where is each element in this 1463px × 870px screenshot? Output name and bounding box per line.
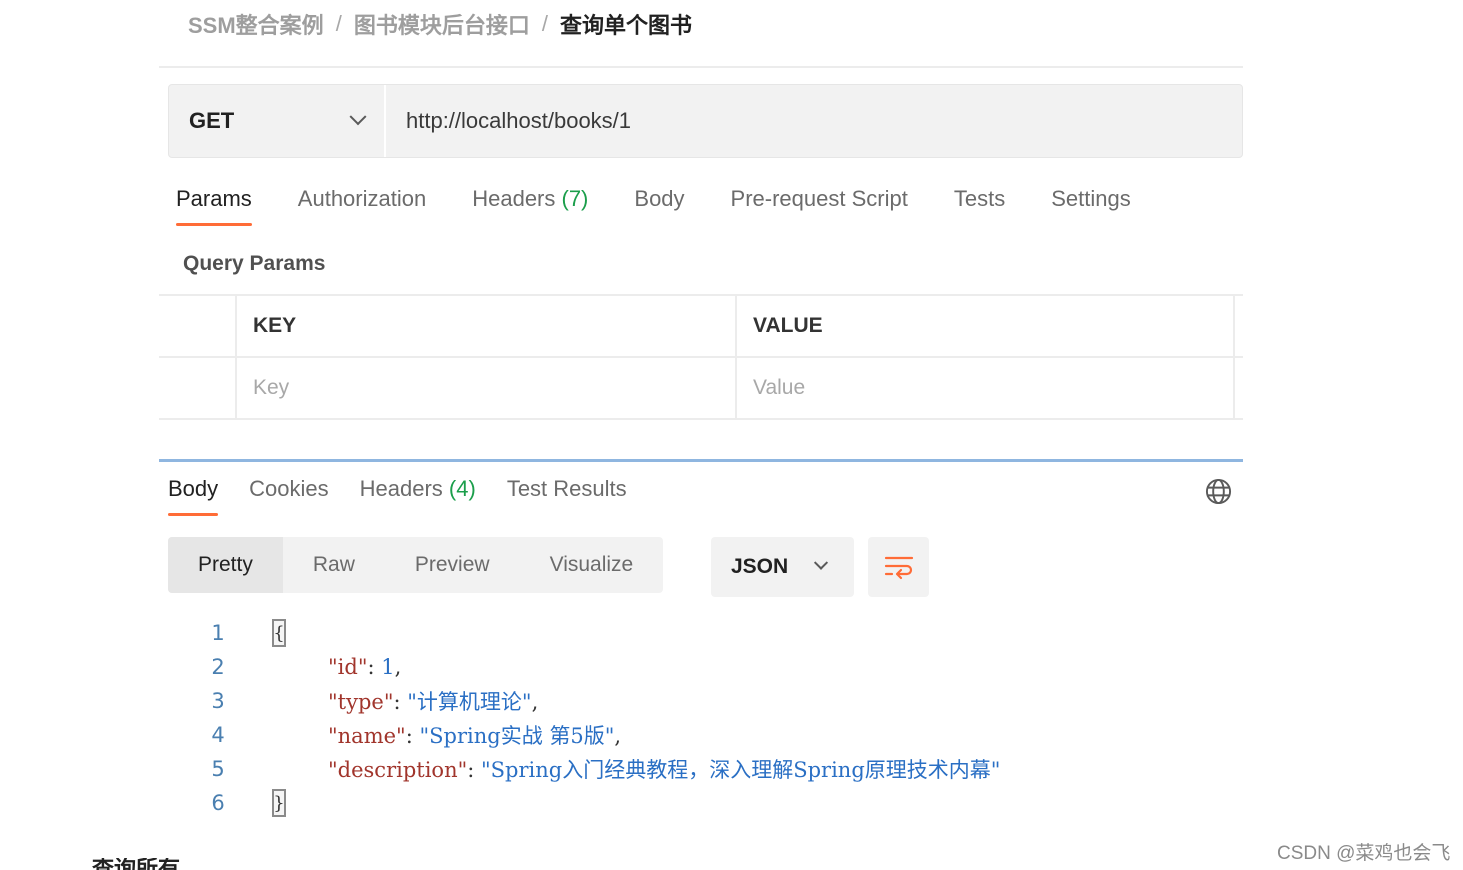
tab-body[interactable]: Body: [634, 186, 684, 226]
wrap-lines-button[interactable]: [868, 537, 929, 597]
fold-open-brace[interactable]: {: [272, 619, 286, 647]
next-section-heading: 查询所有: [92, 858, 180, 870]
line-number: 3: [211, 689, 225, 713]
line-number: 1: [211, 621, 225, 645]
chevron-down-icon: [813, 555, 829, 570]
wrap-lines-icon: [884, 556, 913, 580]
json-value: "Spring入门经典教程，深入理解Spring原理技术内幕": [481, 758, 1001, 782]
table-header-row: KEY VALUE: [159, 296, 1243, 358]
view-visualize-button[interactable]: Visualize: [520, 537, 664, 593]
tab-settings[interactable]: Settings: [1051, 186, 1131, 226]
fold-close-brace[interactable]: }: [272, 789, 286, 817]
response-code-viewer: 1 { 2 "id": 1, 3 "type": "计算机理论", 4 "nam…: [200, 616, 1000, 820]
query-params-table: KEY VALUE Key Value: [159, 294, 1243, 420]
view-mode-group: Pretty Raw Preview Visualize: [168, 537, 664, 593]
value-input[interactable]: Value: [737, 358, 1235, 418]
json-value: 1: [381, 655, 395, 679]
line-number: 5: [211, 757, 225, 781]
row-checkbox-cell: [159, 358, 237, 418]
tab-authorization[interactable]: Authorization: [298, 186, 426, 226]
key-column-header: KEY: [237, 296, 737, 356]
headers-count-badge: (7): [561, 186, 589, 211]
response-tab-cookies[interactable]: Cookies: [249, 476, 328, 516]
value-column-header: VALUE: [737, 296, 1235, 356]
globe-icon[interactable]: [1205, 478, 1232, 505]
code-line: 4 "name": "Spring实战 第5版",: [200, 718, 621, 752]
table-row: Key Value: [159, 358, 1243, 420]
url-input[interactable]: http://localhost/books/1: [386, 85, 631, 157]
view-raw-button[interactable]: Raw: [283, 537, 385, 593]
code-line: 3 "type": "计算机理论",: [200, 684, 538, 718]
key-input[interactable]: Key: [237, 358, 737, 418]
query-params-title: Query Params: [183, 252, 326, 275]
request-bar: GET http://localhost/books/1: [168, 84, 1243, 158]
line-number: 6: [211, 791, 225, 815]
method-select[interactable]: GET: [169, 85, 386, 157]
json-key: "type": [328, 690, 394, 714]
breadcrumb-separator: /: [335, 11, 342, 36]
response-pane-divider[interactable]: [159, 459, 1243, 462]
breadcrumb: SSM整合案例 / 图书模块后台接口 / 查询单个图书: [188, 8, 692, 40]
json-key: "description": [328, 758, 468, 782]
json-key: "id": [328, 655, 368, 679]
json-comma: ,: [614, 724, 622, 748]
response-tab-test-results[interactable]: Test Results: [507, 476, 627, 516]
csdn-watermark: CSDN @菜鸡也会飞: [1277, 843, 1451, 864]
tab-headers-label: Headers: [472, 186, 556, 211]
json-comma: ,: [531, 690, 539, 714]
response-tab-body[interactable]: Body: [168, 476, 219, 516]
tab-params[interactable]: Params: [176, 186, 252, 226]
code-line: 2 "id": 1,: [200, 650, 401, 684]
json-key: "name": [328, 724, 406, 748]
chevron-down-icon: [349, 108, 367, 126]
response-headers-count-badge: (4): [448, 476, 476, 501]
tab-tests[interactable]: Tests: [954, 186, 1005, 226]
breadcrumb-separator: /: [541, 11, 548, 36]
request-tabs: Params Authorization Headers (7) Body Pr…: [176, 186, 1177, 226]
format-label: JSON: [731, 555, 789, 578]
header-divider: [159, 66, 1243, 68]
response-tabs: Body Cookies Headers (4) Test Results: [168, 476, 658, 516]
line-number: 4: [211, 723, 225, 747]
line-number: 2: [211, 655, 225, 679]
tab-prerequest-script[interactable]: Pre-request Script: [731, 186, 908, 226]
code-line: 5 "description": "Spring入门经典教程，深入理解Sprin…: [200, 752, 1000, 786]
breadcrumb-current-request: 查询单个图书: [559, 13, 692, 38]
tab-headers[interactable]: Headers (7): [472, 186, 588, 226]
response-tab-headers[interactable]: Headers (4): [360, 476, 476, 516]
checkbox-column: [159, 296, 237, 356]
view-pretty-button[interactable]: Pretty: [168, 537, 283, 593]
method-label: GET: [189, 108, 235, 133]
view-preview-button[interactable]: Preview: [385, 537, 520, 593]
json-value: "Spring实战 第5版": [419, 724, 615, 748]
code-line: 1 {: [200, 616, 286, 650]
code-line: 6 }: [200, 786, 286, 820]
breadcrumb-item-folder[interactable]: 图书模块后台接口: [354, 8, 530, 40]
response-tab-headers-label: Headers: [359, 476, 443, 501]
json-comma: ,: [394, 655, 402, 679]
json-value: "计算机理论": [407, 690, 532, 714]
breadcrumb-item-project[interactable]: SSM整合案例: [188, 8, 324, 40]
format-select[interactable]: JSON: [711, 537, 854, 597]
